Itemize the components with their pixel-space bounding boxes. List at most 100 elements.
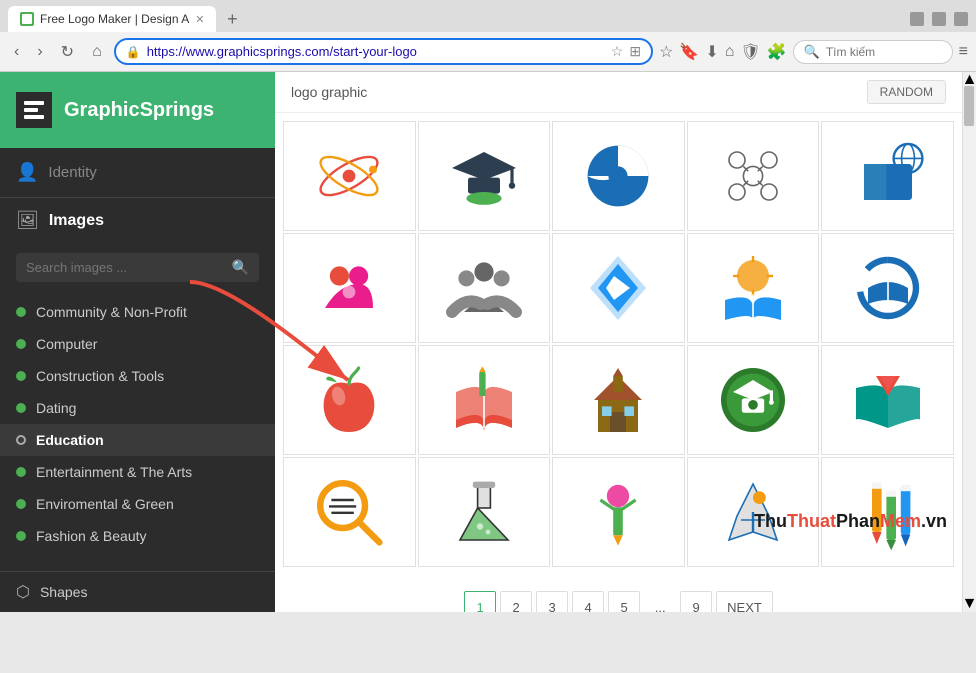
- search-bar-container[interactable]: 🔍: [793, 40, 953, 64]
- bookmark-bar-icon[interactable]: 🔖: [679, 42, 699, 62]
- sidebar-search-input[interactable]: [26, 260, 232, 275]
- nav-dot: [16, 371, 26, 381]
- logo-cell-16[interactable]: [283, 457, 416, 567]
- sidebar-images-section[interactable]: 🖼 Images: [0, 198, 275, 243]
- logo-cell-5[interactable]: [821, 121, 954, 231]
- extensions-icon[interactable]: 🧩: [767, 42, 787, 62]
- watermark-mem: Mem: [880, 511, 921, 531]
- nav-bar: ‹ › ↻ ⌂ 🔒 ☆ ⊞ ☆ 🔖 ⬇ ⌂ 🛡 🧩 🔍 ≡: [0, 32, 976, 71]
- sidebar-search-container: 🔍: [0, 243, 275, 292]
- address-input[interactable]: [147, 44, 605, 59]
- random-button[interactable]: RANDOM: [867, 80, 946, 104]
- page-2-button[interactable]: 2: [500, 591, 532, 612]
- scroll-track: [963, 86, 976, 598]
- identity-icon: 👤: [16, 162, 38, 183]
- nav-item-construction[interactable]: Construction & Tools: [0, 360, 275, 392]
- logo-cell-14[interactable]: [687, 345, 820, 455]
- nav-item-dating[interactable]: Dating: [0, 392, 275, 424]
- logo-cell-12[interactable]: [418, 345, 551, 455]
- logo-cell-6[interactable]: [283, 233, 416, 343]
- logo-cell-11[interactable]: [283, 345, 416, 455]
- sidebar-search-icon: 🔍: [232, 259, 249, 276]
- sidebar-search-inner[interactable]: 🔍: [16, 253, 259, 282]
- page-3-button[interactable]: 3: [536, 591, 568, 612]
- nav-dot: [16, 531, 26, 541]
- page-1-button[interactable]: 1: [464, 591, 496, 612]
- shapes-icon: ⬡: [16, 582, 30, 602]
- watermark-thu: Thu: [754, 511, 787, 531]
- logo-cell-17[interactable]: [418, 457, 551, 567]
- logo-cell-15[interactable]: [821, 345, 954, 455]
- minimize-button[interactable]: [910, 12, 924, 26]
- logo-cell-1[interactable]: [283, 121, 416, 231]
- download-icon: ⊞: [629, 43, 641, 60]
- title-bar: Free Logo Maker | Design A ✕ +: [0, 0, 976, 32]
- scroll-down-button[interactable]: ▼: [964, 598, 976, 610]
- nav-dot: [16, 403, 26, 413]
- refresh-button[interactable]: ↻: [55, 40, 80, 64]
- address-bar-container[interactable]: 🔒 ☆ ⊞: [114, 38, 653, 65]
- browser-tab[interactable]: Free Logo Maker | Design A ✕: [8, 6, 216, 32]
- nav-item-education[interactable]: Education: [0, 424, 275, 456]
- nav-label: Enviromental & Green: [36, 496, 174, 512]
- search-input[interactable]: [826, 45, 926, 59]
- sidebar-identity[interactable]: 👤 Identity: [0, 148, 275, 198]
- images-label: Images: [49, 212, 104, 230]
- page-4-button[interactable]: 4: [572, 591, 604, 612]
- logo-cell-4[interactable]: [687, 121, 820, 231]
- content-area: logo graphic RANDOM: [275, 72, 962, 612]
- menu-icon[interactable]: ≡: [959, 43, 968, 61]
- nav-dot: [16, 339, 26, 349]
- nav-item-shapes[interactable]: ⬡ Shapes: [0, 571, 275, 612]
- logo-cell-10[interactable]: [821, 233, 954, 343]
- nav-item-community[interactable]: Community & Non-Profit: [0, 296, 275, 328]
- forward-button[interactable]: ›: [31, 41, 48, 63]
- watermark-thuat: Thuat: [787, 511, 836, 531]
- shapes-label: Shapes: [40, 584, 87, 600]
- sidebar-nav: Community & Non-Profit Computer Construc…: [0, 292, 275, 571]
- page-dots: ...: [644, 591, 676, 612]
- logo-cell-2[interactable]: [418, 121, 551, 231]
- shield-icon[interactable]: 🛡: [740, 42, 760, 62]
- back-button[interactable]: ‹: [8, 41, 25, 63]
- download-bar-icon[interactable]: ⬇: [705, 42, 718, 62]
- nav-dot-active: [16, 435, 26, 445]
- logo-cell-7[interactable]: [418, 233, 551, 343]
- new-tab-button[interactable]: +: [220, 7, 244, 31]
- sidebar: GraphicSprings 👤 Identity 🖼 Images 🔍 Com…: [0, 72, 275, 612]
- search-icon: 🔍: [804, 44, 820, 60]
- page-9-button[interactable]: 9: [680, 591, 712, 612]
- scroll-up-button[interactable]: ▲: [964, 74, 976, 86]
- nav-item-fashion[interactable]: Fashion & Beauty: [0, 520, 275, 552]
- brand-name: GraphicSprings: [64, 99, 214, 122]
- logo-cell-18[interactable]: [552, 457, 685, 567]
- bookmark-icon: ☆: [611, 43, 624, 60]
- nav-item-computer[interactable]: Computer: [0, 328, 275, 360]
- scrollbar[interactable]: ▲ ▼: [962, 72, 976, 612]
- nav-dot: [16, 499, 26, 509]
- logo-cell-8[interactable]: [552, 233, 685, 343]
- home-button[interactable]: ⌂: [86, 41, 108, 63]
- nav-label: Dating: [36, 400, 76, 416]
- watermark-vn: .vn: [921, 511, 947, 531]
- close-button[interactable]: [954, 12, 968, 26]
- pagination: 1 2 3 4 5 ... 9 NEXT: [275, 575, 962, 612]
- maximize-button[interactable]: [932, 12, 946, 26]
- scroll-thumb[interactable]: [964, 86, 974, 126]
- page-next-button[interactable]: NEXT: [716, 591, 773, 612]
- browser-chrome: Free Logo Maker | Design A ✕ + ‹ › ↻ ⌂ 🔒…: [0, 0, 976, 72]
- nav-label: Entertainment & The Arts: [36, 464, 192, 480]
- lock-icon: 🔒: [126, 45, 141, 59]
- watermark-phan: Phan: [836, 511, 880, 531]
- star-icon[interactable]: ☆: [659, 42, 673, 62]
- home-bar-icon[interactable]: ⌂: [725, 43, 735, 61]
- nav-item-enviromental[interactable]: Enviromental & Green: [0, 488, 275, 520]
- logo-cell-13[interactable]: [552, 345, 685, 455]
- nav-item-entertainment[interactable]: Entertainment & The Arts: [0, 456, 275, 488]
- logo-cell-9[interactable]: [687, 233, 820, 343]
- tab-close-btn[interactable]: ✕: [195, 13, 204, 26]
- page-5-button[interactable]: 5: [608, 591, 640, 612]
- content-header: logo graphic RANDOM: [275, 72, 962, 113]
- logo-cell-3[interactable]: [552, 121, 685, 231]
- logo-grid: [275, 113, 962, 575]
